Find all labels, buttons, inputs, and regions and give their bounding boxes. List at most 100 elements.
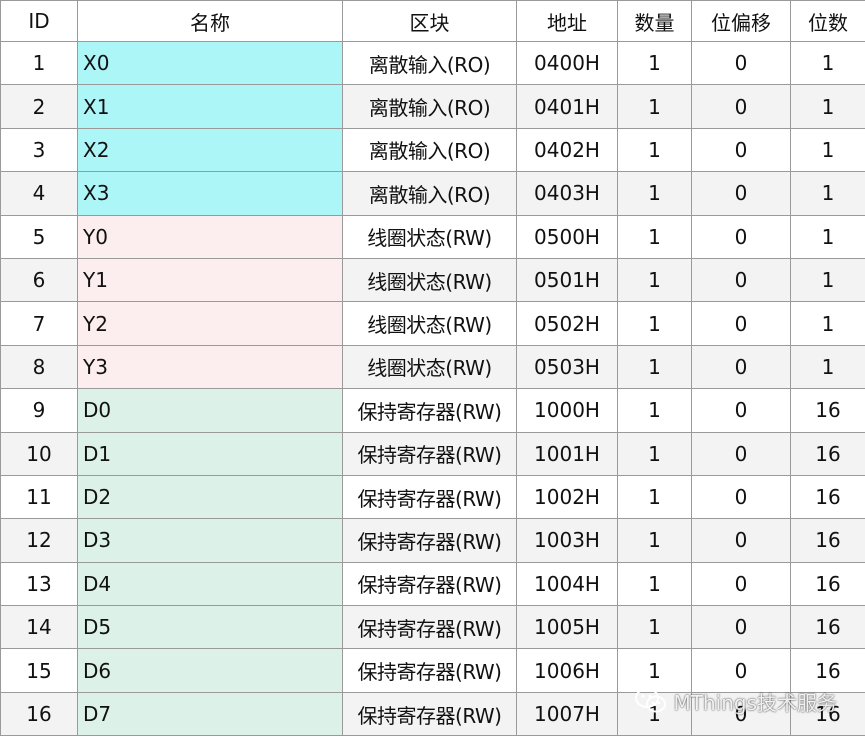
cell-bits[interactable]: 16 [790,691,865,737]
cell-bits[interactable]: 16 [790,474,865,520]
cell-count[interactable]: 1 [617,561,692,607]
table-row[interactable]: 3 X2 离散输入(RO) 0402H 1 0 1 [0,127,865,173]
table-row[interactable]: 15 D6 保持寄存器(RW) 1006H 1 0 16 [0,648,865,693]
cell-block[interactable]: 保持寄存器(RW) [342,518,517,563]
cell-block[interactable]: 保持寄存器(RW) [342,388,517,433]
cell-bits[interactable]: 16 [790,431,865,476]
cell-name[interactable]: Y0 [77,214,343,259]
cell-count[interactable]: 1 [617,171,692,216]
cell-bits[interactable]: 1 [790,257,865,303]
cell-bits[interactable]: 16 [790,518,865,563]
cell-id[interactable]: 13 [0,561,78,607]
cell-bits[interactable]: 16 [790,605,865,650]
cell-id[interactable]: 10 [0,431,78,476]
cell-block[interactable]: 保持寄存器(RW) [342,474,517,520]
cell-count[interactable]: 1 [617,84,692,129]
cell-count[interactable]: 1 [617,127,692,173]
table-row[interactable]: 6 Y1 线圈状态(RW) 0501H 1 0 1 [0,257,865,303]
cell-id[interactable]: 1 [0,40,78,86]
cell-bit-offset[interactable]: 0 [691,474,791,520]
cell-name[interactable]: D2 [77,474,343,520]
cell-address[interactable]: 1005H [516,605,618,650]
cell-block[interactable]: 保持寄存器(RW) [342,648,517,693]
cell-name[interactable]: D6 [77,648,343,693]
cell-name[interactable]: Y1 [77,257,343,303]
cell-name[interactable]: D1 [77,431,343,476]
cell-name[interactable]: X0 [77,40,343,86]
column-header-address[interactable]: 地址 [516,0,618,42]
column-header-id[interactable]: ID [0,0,78,42]
cell-bit-offset[interactable]: 0 [691,257,791,303]
cell-id[interactable]: 5 [0,214,78,259]
cell-block[interactable]: 线圈状态(RW) [342,344,517,390]
table-row[interactable]: 8 Y3 线圈状态(RW) 0503H 1 0 1 [0,344,865,390]
cell-block[interactable]: 保持寄存器(RW) [342,605,517,650]
cell-bit-offset[interactable]: 0 [691,344,791,390]
cell-bit-offset[interactable]: 0 [691,605,791,650]
table-row[interactable]: 5 Y0 线圈状态(RW) 0500H 1 0 1 [0,214,865,259]
column-header-name[interactable]: 名称 [77,0,343,42]
table-row[interactable]: 4 X3 离散输入(RO) 0403H 1 0 1 [0,171,865,216]
table-row[interactable]: 16 D7 保持寄存器(RW) 1007H 1 0 16 [0,691,865,737]
cell-name[interactable]: X1 [77,84,343,129]
cell-name[interactable]: D0 [77,388,343,433]
cell-address[interactable]: 0501H [516,257,618,303]
cell-name[interactable]: X3 [77,171,343,216]
cell-block[interactable]: 保持寄存器(RW) [342,431,517,476]
cell-bit-offset[interactable]: 0 [691,127,791,173]
cell-count[interactable]: 1 [617,214,692,259]
cell-name[interactable]: D5 [77,605,343,650]
cell-address[interactable]: 0401H [516,84,618,129]
cell-bits[interactable]: 1 [790,301,865,346]
table-row[interactable]: 1 X0 离散输入(RO) 0400H 1 0 1 [0,40,865,86]
cell-count[interactable]: 1 [617,301,692,346]
cell-address[interactable]: 1006H [516,648,618,693]
cell-id[interactable]: 15 [0,648,78,693]
cell-name[interactable]: D3 [77,518,343,563]
cell-bits[interactable]: 1 [790,344,865,390]
table-row[interactable]: 13 D4 保持寄存器(RW) 1004H 1 0 16 [0,561,865,607]
cell-address[interactable]: 1002H [516,474,618,520]
cell-bits[interactable]: 1 [790,84,865,129]
column-header-bit-offset[interactable]: 位偏移 [691,0,791,42]
table-row[interactable]: 12 D3 保持寄存器(RW) 1003H 1 0 16 [0,518,865,563]
cell-address[interactable]: 1003H [516,518,618,563]
cell-address[interactable]: 0500H [516,214,618,259]
cell-name[interactable]: X2 [77,127,343,173]
cell-bit-offset[interactable]: 0 [691,518,791,563]
cell-id[interactable]: 3 [0,127,78,173]
cell-name[interactable]: Y3 [77,344,343,390]
cell-address[interactable]: 1001H [516,431,618,476]
cell-count[interactable]: 1 [617,691,692,737]
cell-count[interactable]: 1 [617,257,692,303]
cell-address[interactable]: 1000H [516,388,618,433]
cell-bits[interactable]: 1 [790,171,865,216]
cell-block[interactable]: 离散输入(RO) [342,40,517,86]
column-header-bits[interactable]: 位数 [790,0,865,42]
table-row[interactable]: 9 D0 保持寄存器(RW) 1000H 1 0 16 [0,388,865,433]
cell-count[interactable]: 1 [617,388,692,433]
cell-count[interactable]: 1 [617,605,692,650]
cell-block[interactable]: 离散输入(RO) [342,171,517,216]
cell-name[interactable]: Y2 [77,301,343,346]
cell-count[interactable]: 1 [617,648,692,693]
table-row[interactable]: 2 X1 离散输入(RO) 0401H 1 0 1 [0,84,865,129]
cell-name[interactable]: D4 [77,561,343,607]
table-row[interactable]: 7 Y2 线圈状态(RW) 0502H 1 0 1 [0,301,865,346]
cell-bit-offset[interactable]: 0 [691,431,791,476]
cell-bits[interactable]: 16 [790,648,865,693]
cell-bit-offset[interactable]: 0 [691,301,791,346]
table-row[interactable]: 10 D1 保持寄存器(RW) 1001H 1 0 16 [0,431,865,476]
cell-id[interactable]: 2 [0,84,78,129]
cell-count[interactable]: 1 [617,431,692,476]
cell-id[interactable]: 11 [0,474,78,520]
cell-address[interactable]: 0403H [516,171,618,216]
cell-id[interactable]: 4 [0,171,78,216]
cell-bit-offset[interactable]: 0 [691,84,791,129]
cell-bits[interactable]: 1 [790,40,865,86]
table-row[interactable]: 14 D5 保持寄存器(RW) 1005H 1 0 16 [0,605,865,650]
cell-block[interactable]: 线圈状态(RW) [342,214,517,259]
cell-bits[interactable]: 16 [790,561,865,607]
cell-id[interactable]: 12 [0,518,78,563]
cell-block[interactable]: 线圈状态(RW) [342,257,517,303]
